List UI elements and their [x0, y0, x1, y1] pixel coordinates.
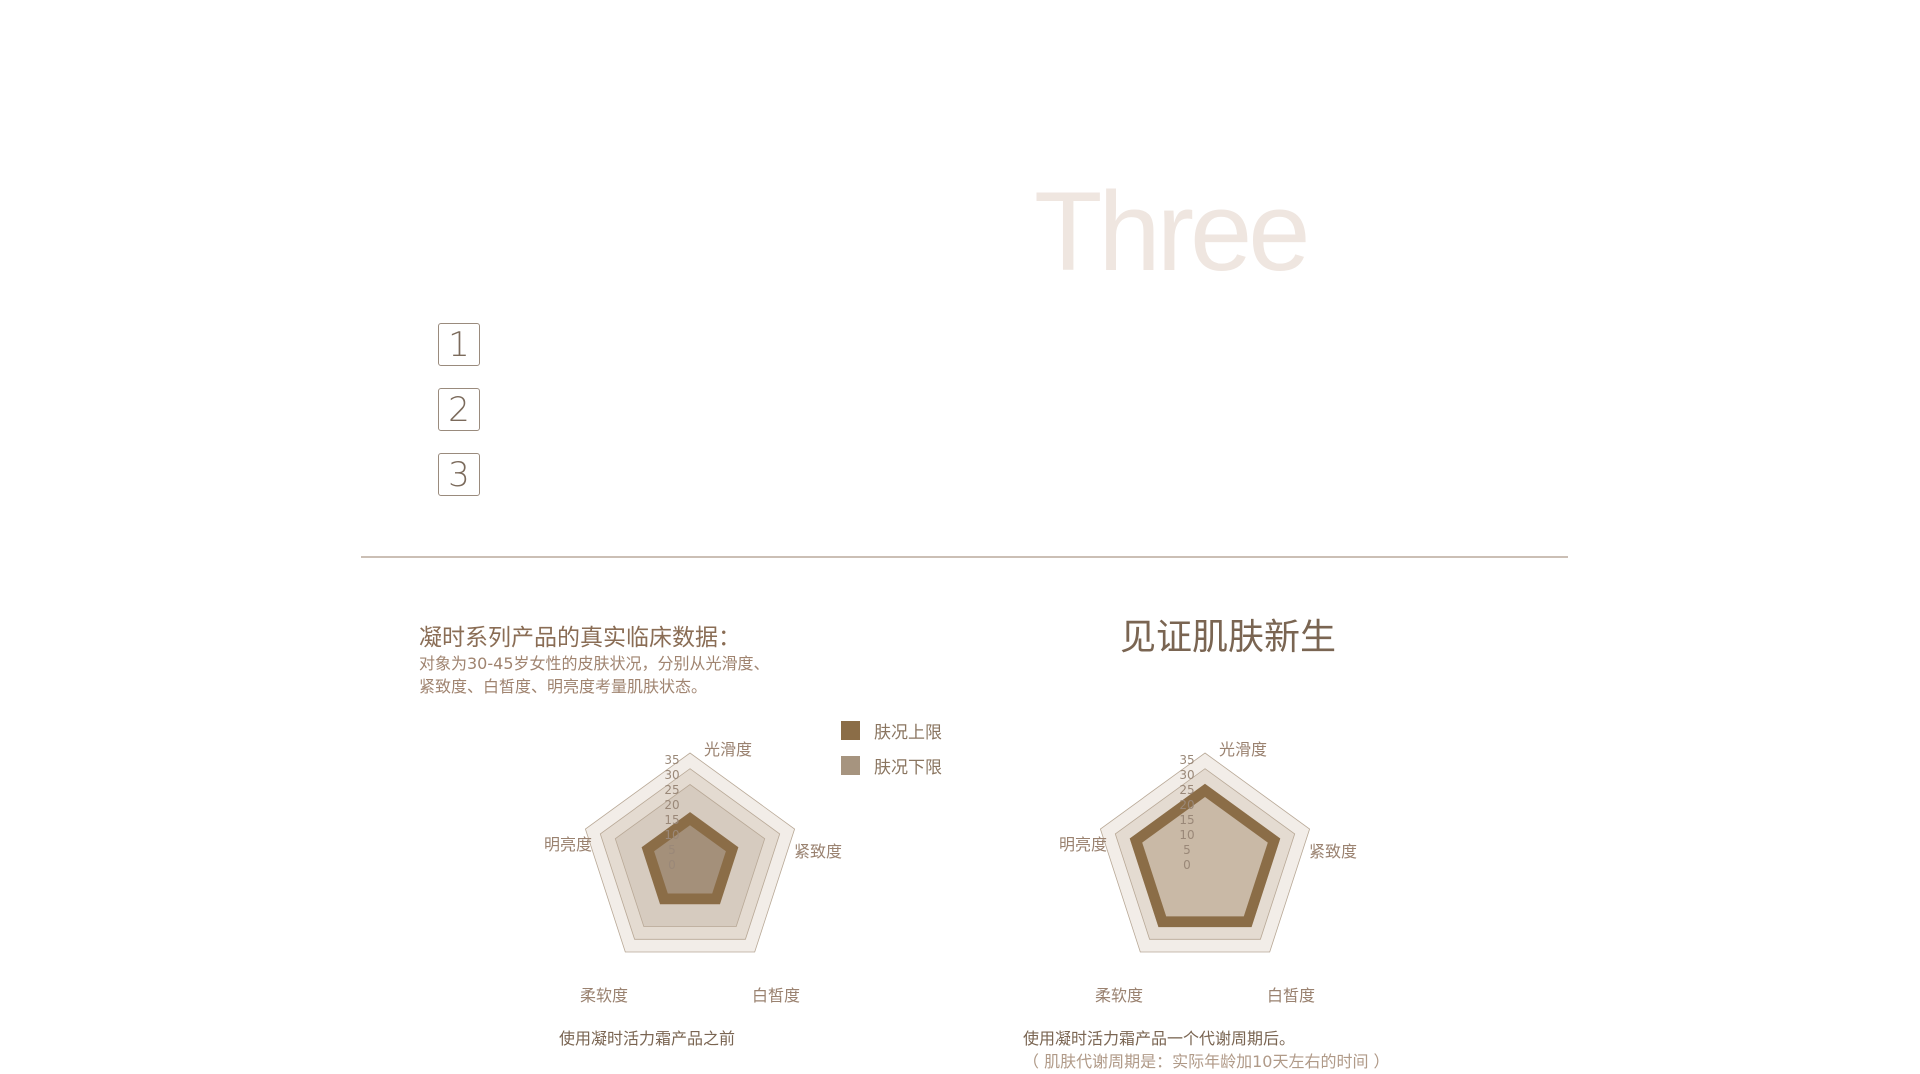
legend-swatch-lower	[841, 756, 860, 775]
tick-label: 35	[664, 753, 679, 767]
axis-label: 明亮度	[544, 835, 592, 854]
axis-label: 柔软度	[1095, 986, 1143, 1005]
tick-label: 0	[1183, 858, 1191, 872]
axis-label: 柔软度	[580, 986, 628, 1005]
legend-swatch-upper	[841, 721, 860, 740]
headline: 见证肌肤新生	[1120, 617, 1337, 658]
chart-legend: 肤况上限 肤况下限	[841, 713, 942, 783]
legend-item-lower: 肤况下限	[841, 748, 942, 783]
number-box-1: 1	[438, 323, 480, 366]
intro-desc-line-2: 紧致度、白皙度、明亮度考量肌肤状态。	[419, 677, 708, 696]
tick-label: 30	[664, 768, 679, 782]
axis-label: 明亮度	[1059, 835, 1107, 854]
tick-label: 20	[1179, 798, 1194, 812]
tick-label: 0	[668, 858, 676, 872]
slide: Three 1 2 3 凝时系列产品的真实临床数据： 对象为30-45岁女性的皮…	[0, 0, 1920, 1074]
legend-item-upper: 肤况上限	[841, 713, 942, 748]
tick-label: 10	[664, 828, 679, 842]
radar-chart-after: 35302520151050 光滑度紧致度白皙度 柔软度 明亮度	[1059, 740, 1357, 1005]
axis-label: 紧致度	[794, 842, 842, 861]
tick-label: 15	[664, 813, 679, 827]
tick-label: 35	[1179, 753, 1194, 767]
axis-label: 白皙度	[1267, 986, 1315, 1005]
watermark-title: Three	[1034, 169, 1311, 294]
axis-label: 紧致度	[1309, 842, 1357, 861]
intro-title: 凝时系列产品的真实临床数据：	[419, 625, 741, 651]
tick-label: 25	[1179, 783, 1194, 797]
axis-label: 白皙度	[752, 986, 800, 1005]
number-box-2: 2	[438, 388, 480, 431]
intro-desc-line-1: 对象为30-45岁女性的皮肤状况，分别从光滑度、	[419, 654, 770, 673]
axis-label: 光滑度	[1219, 740, 1267, 759]
tick-label: 15	[1179, 813, 1194, 827]
legend-label-lower: 肤况下限	[874, 758, 942, 778]
tick-label: 30	[1179, 768, 1194, 782]
caption-before: 使用凝时活力霜产品之前	[559, 1029, 736, 1048]
intro-description: 对象为30-45岁女性的皮肤状况，分别从光滑度、 紧致度、白皙度、明亮度考量肌肤…	[419, 652, 839, 698]
tick-label: 5	[1183, 843, 1191, 857]
caption-after: 使用凝时活力霜产品一个代谢周期后。	[1023, 1029, 1296, 1048]
number-box-3: 3	[438, 453, 480, 496]
tick-label: 25	[664, 783, 679, 797]
axis-label: 光滑度	[704, 740, 752, 759]
radar-chart-before: 35302520151050 光滑度紧致度白皙度 柔软度 明亮度	[544, 740, 842, 1005]
tick-label: 20	[664, 798, 679, 812]
tick-label: 10	[1179, 828, 1194, 842]
tick-label: 5	[668, 843, 676, 857]
caption-after-note: （ 肌肤代谢周期是：实际年龄加10天左右的时间 ）	[1023, 1052, 1390, 1071]
horizontal-divider	[361, 556, 1568, 558]
legend-label-upper: 肤况上限	[874, 723, 942, 743]
